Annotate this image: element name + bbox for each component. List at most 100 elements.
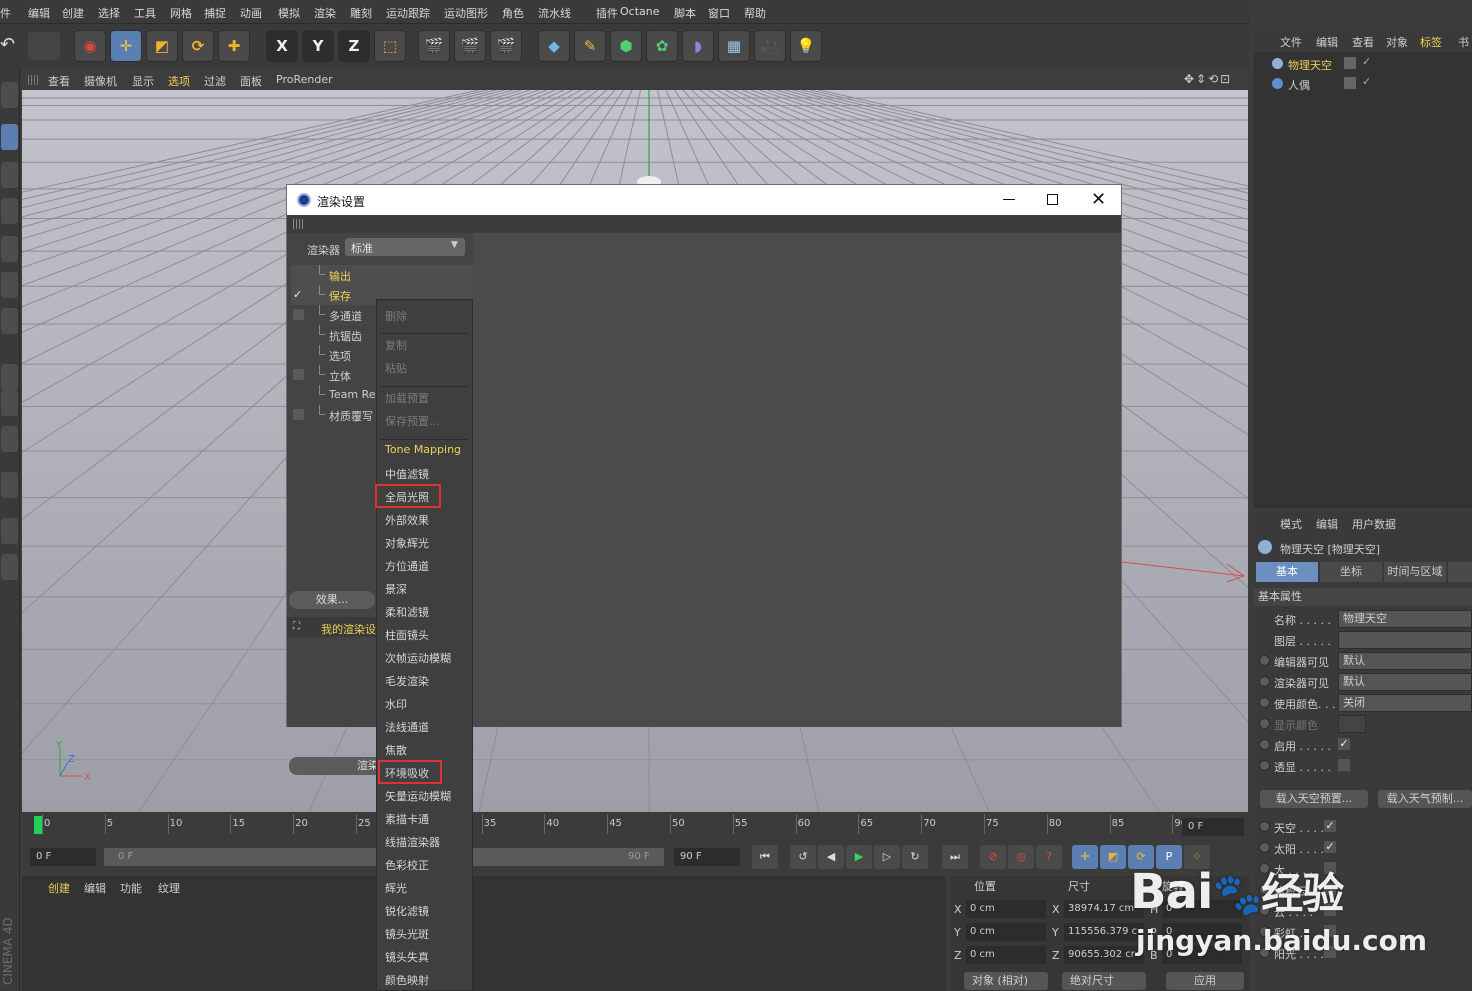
viewport-nav-icons[interactable]: ✥⇕⟲⊡ — [1184, 72, 1232, 86]
coord-position-field[interactable]: 0 cm — [966, 923, 1046, 941]
key-position-icon[interactable]: ✛ — [1072, 845, 1098, 869]
light-icon[interactable]: 💡 — [790, 30, 822, 62]
radio-icon[interactable] — [1259, 842, 1270, 853]
y-axis-button[interactable]: Y — [302, 30, 334, 62]
effect-item[interactable]: 矢量运动模糊 — [385, 788, 451, 804]
scale-tool-button[interactable]: ◩ — [146, 30, 178, 62]
menu-5[interactable]: 网格 — [170, 5, 192, 21]
menu-19[interactable]: 帮助 — [744, 5, 766, 21]
previous-key-button[interactable]: ↺ — [790, 845, 816, 869]
render-setting-button[interactable]: 渲染 — [289, 757, 389, 775]
attr-field-value[interactable]: 默认 — [1338, 652, 1472, 670]
mat-menu-function[interactable]: 功能 — [120, 880, 142, 896]
viewport-menu-4[interactable]: 过滤 — [204, 73, 226, 89]
attr-tab-1[interactable]: 坐标 — [1320, 562, 1382, 582]
objmgr-menu-0[interactable]: 文件 — [1280, 34, 1302, 50]
tree-item[interactable]: 输出 — [291, 265, 473, 285]
effect-item[interactable]: 法线通道 — [385, 719, 429, 735]
menu-18[interactable]: 窗口 — [708, 5, 730, 21]
mat-menu-texture[interactable]: 纹理 — [158, 880, 180, 896]
radio-icon[interactable] — [1259, 676, 1270, 687]
coord-position-field[interactable]: 0 cm — [966, 946, 1046, 964]
viewport-menu-1[interactable]: 摄像机 — [84, 73, 117, 89]
object-row[interactable]: 物理天空 ✓ — [1256, 54, 1472, 74]
objmgr-menu-2[interactable]: 查看 — [1352, 34, 1374, 50]
model-mode-icon[interactable] — [1, 124, 18, 150]
effect-item[interactable]: 线描渲染器 — [385, 834, 440, 850]
menu-14[interactable]: 流水线 — [538, 5, 571, 21]
magnet-icon[interactable] — [1, 472, 18, 498]
effect-item[interactable]: 毛发渲染 — [385, 673, 429, 689]
current-frame-field[interactable]: 0 F — [1182, 818, 1244, 836]
attr-menu-2[interactable]: 用户数据 — [1352, 516, 1396, 532]
viewport-menu-0[interactable]: 查看 — [48, 73, 70, 89]
coord-mode-select[interactable]: 对象 (相对) — [964, 972, 1048, 990]
checkbox[interactable] — [293, 309, 304, 320]
menu-15[interactable]: 插件 — [596, 5, 618, 21]
timeline-ruler[interactable]: 0 5 10 15 20 25 35 40 45 50 55 60 65 70 75 80 85 90 0 F — [22, 812, 1248, 844]
radio-icon[interactable] — [1259, 655, 1270, 666]
effect-item[interactable]: 次帧运动模糊 — [385, 650, 451, 666]
play-button[interactable]: ▶ — [846, 845, 872, 869]
z-axis-button[interactable]: Z — [338, 30, 370, 62]
effect-item[interactable]: 颜色映射 — [385, 972, 429, 988]
load-sky-preset-button[interactable]: 载入天空预置... — [1260, 790, 1368, 808]
effect-item[interactable]: Tone Mapping — [385, 443, 461, 456]
menu-9[interactable]: 渲染 — [314, 5, 336, 21]
coord-size-select[interactable]: 绝对尺寸 — [1062, 972, 1146, 990]
effect-item[interactable]: 镜头光斑 — [385, 926, 429, 942]
effect-item[interactable]: 锐化滤镜 — [385, 903, 429, 919]
visibility-toggle-icon[interactable] — [1344, 57, 1356, 69]
coord-size-field[interactable]: 90655.302 cr — [1064, 946, 1144, 964]
menu-0[interactable]: 件 — [0, 5, 11, 21]
checkbox[interactable] — [293, 409, 304, 420]
autokey-icon[interactable]: ◎ — [1008, 845, 1034, 869]
menu-8[interactable]: 模拟 — [278, 5, 300, 21]
subdivision-icon[interactable]: ⬢ — [610, 30, 642, 62]
effects-button[interactable]: 效果... — [289, 591, 375, 609]
attr-field-value[interactable] — [1338, 631, 1472, 649]
effect-item[interactable]: 外部效果 — [385, 512, 429, 528]
checkbox[interactable]: ✓ — [1338, 738, 1350, 750]
snap-icon[interactable] — [1, 426, 18, 452]
viewport-menu-5[interactable]: 面板 — [240, 73, 262, 89]
render-view-button[interactable]: 🎬 — [418, 30, 450, 62]
dialog-titlebar[interactable]: 渲染设置 ✕ — [287, 185, 1121, 215]
objmgr-menu-1[interactable]: 编辑 — [1316, 34, 1338, 50]
camera-icon[interactable]: 🎥 — [754, 30, 786, 62]
objmgr-menu-4[interactable]: 标签 — [1420, 34, 1442, 50]
visibility-toggle-icon[interactable] — [1344, 77, 1356, 89]
key-scale-icon[interactable]: ◩ — [1100, 845, 1126, 869]
effect-item[interactable]: 柔和滤镜 — [385, 604, 429, 620]
coord-position-field[interactable]: 0 cm — [966, 900, 1046, 918]
start-frame-field[interactable]: 0 F — [30, 848, 96, 866]
next-frame-button[interactable]: ▷ — [874, 845, 900, 869]
previous-frame-button[interactable]: ◀ — [818, 845, 844, 869]
effect-item[interactable]: 景深 — [385, 581, 407, 597]
effect-item[interactable]: 水印 — [385, 696, 407, 712]
mat-menu-create[interactable]: 创建 — [48, 880, 70, 896]
attr-menu-0[interactable]: 模式 — [1280, 516, 1302, 532]
objmgr-menu-5[interactable]: 书 — [1458, 34, 1469, 50]
mat-menu-edit[interactable]: 编辑 — [84, 880, 106, 896]
effect-item[interactable]: 焦散 — [385, 742, 407, 758]
menu-17[interactable]: 脚本 — [674, 5, 696, 21]
rotate-tool-button[interactable]: ⟳ — [182, 30, 214, 62]
menu-6[interactable]: 捕捉 — [204, 5, 226, 21]
renderer-select[interactable]: 标准 ▼ — [345, 238, 465, 256]
attr-field-value[interactable]: 默认 — [1338, 673, 1472, 691]
record-icon[interactable]: ⊘ — [980, 845, 1006, 869]
menu-10[interactable]: 雕刻 — [350, 5, 372, 21]
radio-icon[interactable] — [1259, 760, 1270, 771]
check-icon[interactable]: ✓ — [1362, 55, 1371, 68]
workplane-icon[interactable] — [1, 198, 18, 224]
make-editable-icon[interactable] — [1, 82, 18, 108]
objmgr-menu-3[interactable]: 对象 — [1386, 34, 1408, 50]
load-weather-preset-button[interactable]: 载入天气预制... — [1378, 790, 1472, 808]
deformer-icon[interactable]: ◗ — [682, 30, 714, 62]
effect-item[interactable]: 素描卡通 — [385, 811, 429, 827]
attr-tab-3[interactable]: 天 — [1448, 562, 1472, 582]
attr-field-value[interactable]: 物理天空 — [1338, 610, 1472, 628]
effect-item[interactable]: 辉光 — [385, 880, 407, 896]
checkbox[interactable]: ✓ — [1324, 841, 1336, 853]
